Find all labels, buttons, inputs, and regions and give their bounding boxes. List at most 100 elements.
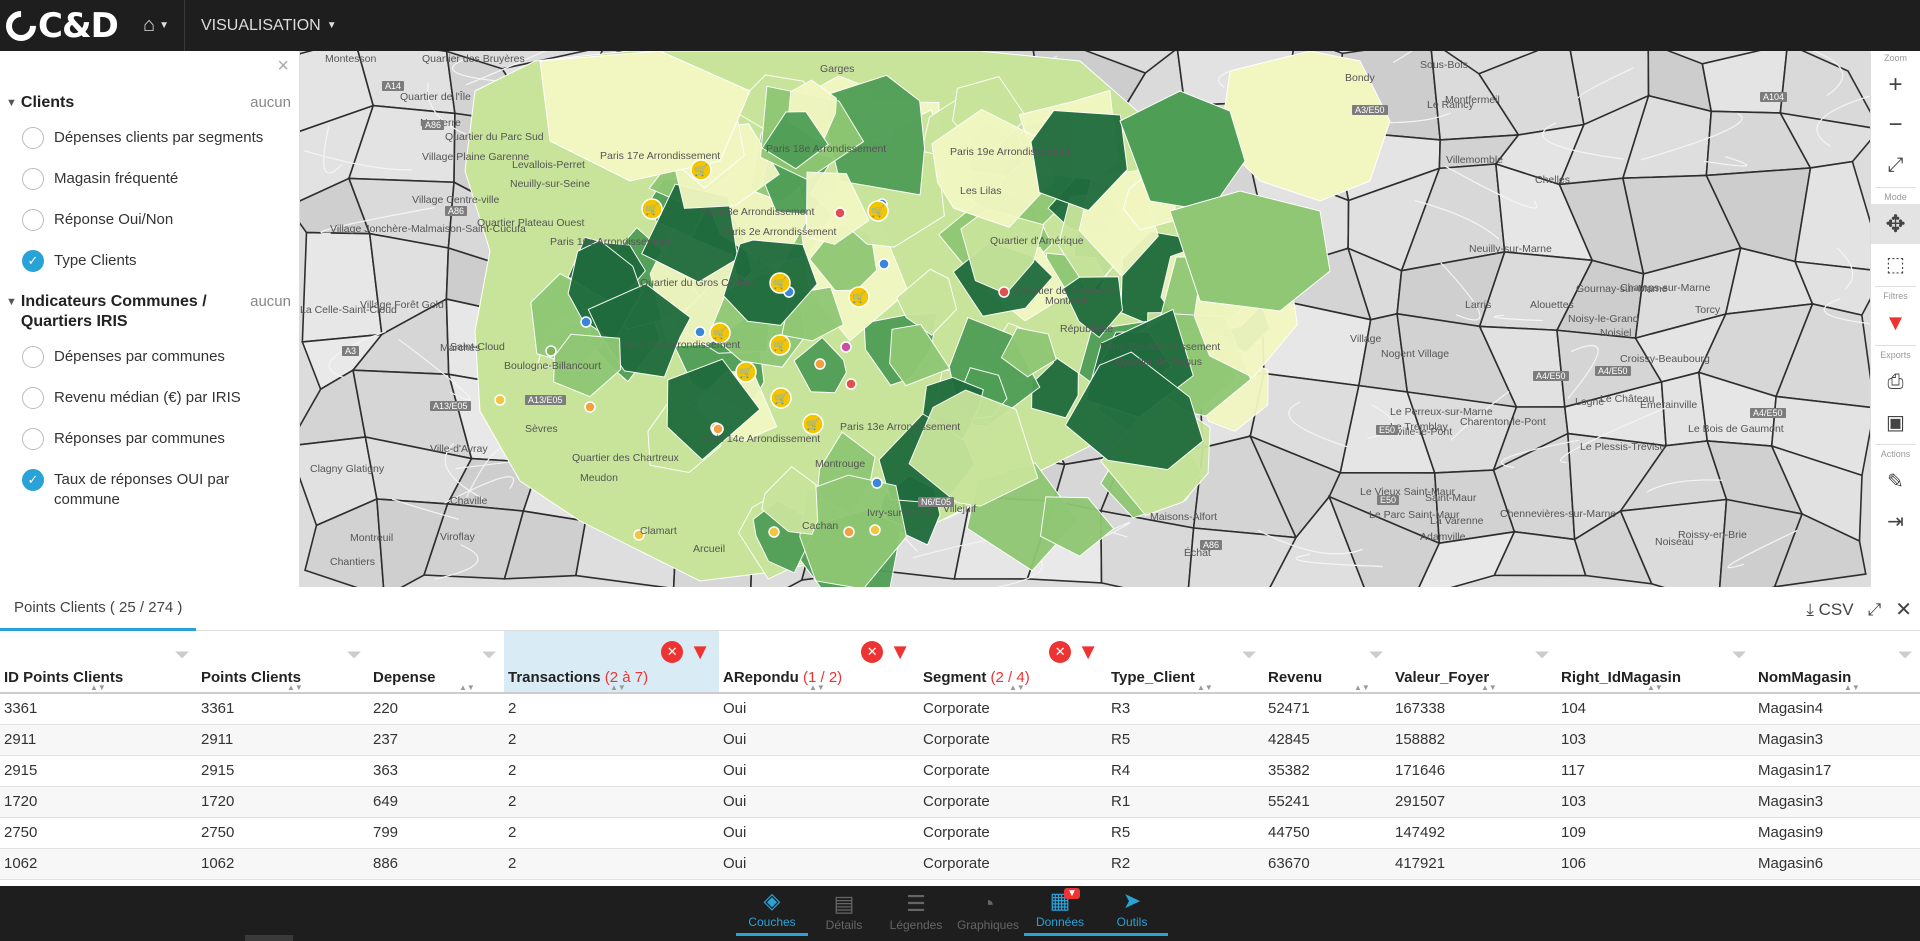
sort-arrows-icon[interactable]: ▲▼ [1197, 683, 1213, 692]
column-header[interactable]: NomMagasin ⏷ ▲▼ [1754, 631, 1920, 694]
sort-arrows-icon[interactable]: ▲▼ [1009, 683, 1025, 692]
sort-arrows-icon[interactable]: ▲▼ [459, 683, 475, 692]
column-header[interactable]: Segment (2 / 4) ✕ ▼ ▲▼ [919, 631, 1107, 694]
radio-icon[interactable] [22, 346, 44, 368]
sort-arrows-icon[interactable]: ▲▼ [610, 683, 626, 692]
filter-icon[interactable]: ⏷ [1535, 645, 1549, 665]
sort-arrows-icon[interactable]: ▲▼ [287, 683, 303, 692]
tab-couches[interactable]: ◈ Couches [736, 886, 808, 936]
sort-arrows-icon[interactable]: ▲▼ [1354, 683, 1370, 692]
column-header[interactable]: Transactions (2 à 7) ✕ ▼ ▲▼ [504, 631, 719, 694]
sort-arrows-icon[interactable]: ▲▼ [809, 683, 825, 692]
layer-group-status[interactable]: aucun [250, 292, 299, 312]
layer-item[interactable]: Dépenses clients par segments [0, 127, 299, 149]
map-view[interactable]: 🛒 🛒 🛒 🛒 🛒 🛒 🛒 🛒 🛒 🛒 Montesson Quartier des Bruyère… [300, 51, 1870, 587]
filter-icon[interactable]: ⏷ [1242, 645, 1256, 665]
clear-filter-icon[interactable]: ✕ [661, 641, 684, 663]
clear-filter-icon[interactable]: ✕ [1049, 641, 1072, 663]
close-icon[interactable]: × [277, 55, 289, 78]
select-mode-button[interactable]: ⬚ [1871, 244, 1920, 284]
filter-active-icon[interactable]: ▼ [689, 641, 711, 663]
fullscreen-button[interactable]: ⤢ [1871, 145, 1920, 185]
filter-icon[interactable]: ⏷ [1369, 645, 1383, 665]
radio-icon[interactable] [22, 168, 44, 190]
close-icon[interactable]: ✕ [1895, 597, 1912, 622]
map-place-label: Paris 12e Arrondissement [1100, 341, 1221, 353]
table-cell: 2 [504, 848, 719, 880]
tab-points-clients[interactable]: Points Clients ( 25 / 274 ) [0, 587, 197, 631]
zoom-in-button[interactable]: + [1871, 65, 1920, 105]
sort-arrows-icon[interactable]: ▲▼ [90, 683, 106, 692]
edit-button[interactable]: ✎ [1871, 461, 1920, 501]
table-row[interactable]: 2915 2915 363 2 Oui Corporate R4 35382 171646 117… [0, 755, 1920, 787]
csv-export-button[interactable]: ⤓ CSV [1806, 600, 1853, 620]
table-cell: Oui [719, 724, 919, 756]
column-header[interactable]: ARepondu (1 / 2) ✕ ▼ ▲▼ [719, 631, 919, 694]
home-menu-button[interactable]: ⌂ ▼ [132, 0, 180, 51]
tab-graphiques[interactable]: ◔ Graphiques [952, 886, 1024, 936]
layer-item[interactable]: Réponse Oui/Non [0, 209, 299, 231]
layer-item[interactable]: ✓ Taux de réponses OUI par commune [0, 469, 299, 510]
tab-outils[interactable]: ➤ Outils [1096, 886, 1168, 936]
column-header[interactable]: Depense ⏷ ▲▼ [369, 631, 504, 694]
table-cell: R1 [1107, 786, 1264, 818]
column-header[interactable]: Valeur_Foyer ⏷ ▲▼ [1391, 631, 1557, 694]
radio-icon[interactable] [22, 209, 44, 231]
filter-button[interactable]: ▼ [1871, 303, 1920, 343]
table-cell: Magasin3 [1754, 786, 1920, 818]
column-name: Depense [373, 669, 436, 686]
tab-legendes[interactable]: ☰ Légendes [880, 886, 952, 936]
table-cell: 158882 [1391, 724, 1557, 756]
client-point [871, 477, 883, 489]
filter-icon[interactable]: ⏷ [1898, 645, 1912, 665]
table-row[interactable]: 2911 2911 237 2 Oui Corporate R5 42845 158882 103… [0, 724, 1920, 756]
tab-details[interactable]: ▤ Détails [808, 886, 880, 936]
app-logo[interactable]: C&D [0, 0, 132, 51]
layer-item[interactable]: Dépenses par communes [0, 346, 299, 368]
layer-group-header[interactable]: ▼ Clients aucun [0, 93, 299, 113]
table-cell: 35382 [1264, 755, 1391, 787]
radio-icon[interactable] [22, 127, 44, 149]
layer-item[interactable]: ✓ Type Clients [0, 250, 299, 272]
tab-label: Graphiques [956, 918, 1020, 932]
layer-item[interactable]: Revenu médian (€) par IRIS [0, 387, 299, 409]
checked-icon[interactable]: ✓ [22, 469, 44, 491]
radio-icon[interactable] [22, 387, 44, 409]
road-number-tag: A4/E50 [1533, 371, 1569, 381]
expand-icon[interactable]: ⤢ [1868, 600, 1882, 620]
column-header[interactable]: ID Points Clients ⏷ ▲▼ [0, 631, 197, 694]
table-cell: 2 [504, 786, 719, 818]
checked-icon[interactable]: ✓ [22, 250, 44, 272]
column-header[interactable]: Right_IdMagasin ⏷ ▲▼ [1557, 631, 1754, 694]
layer-group-header[interactable]: ▼ Indicateurs Communes / Quartiers IRIS au… [0, 292, 299, 332]
column-header[interactable]: Type_Client ⏷ ▲▼ [1107, 631, 1264, 694]
filter-icon[interactable]: ⏷ [175, 645, 189, 665]
export-image-button[interactable]: ▣ [1871, 402, 1920, 442]
filter-active-icon[interactable]: ▼ [889, 641, 911, 663]
logout-button[interactable]: ⇥ [1871, 501, 1920, 541]
filter-icon[interactable]: ⏷ [1732, 645, 1746, 665]
table-row[interactable]: 3361 3361 220 2 Oui Corporate R3 52471 167338 104… [0, 693, 1920, 725]
layer-group-status[interactable]: aucun [250, 93, 299, 113]
table-row[interactable]: 1062 1062 886 2 Oui Corporate R2 63670 417921 106… [0, 848, 1920, 880]
radio-icon[interactable] [22, 428, 44, 450]
sort-arrows-icon[interactable]: ▲▼ [1844, 683, 1860, 692]
zoom-out-button[interactable]: − [1871, 105, 1920, 145]
column-header[interactable]: Points Clients ⏷ ▲▼ [197, 631, 369, 694]
table-row[interactable]: 1720 1720 649 2 Oui Corporate R1 55241 291507 103… [0, 786, 1920, 818]
visualisation-menu[interactable]: VISUALISATION ▼ [185, 0, 353, 51]
tab-donnees[interactable]: ▼ ▦ Données [1024, 886, 1096, 936]
filter-active-icon[interactable]: ▼ [1077, 641, 1099, 663]
column-header[interactable]: Revenu ⏷ ▲▼ [1264, 631, 1391, 694]
clear-filter-icon[interactable]: ✕ [861, 641, 884, 663]
sort-arrows-icon[interactable]: ▲▼ [1481, 683, 1497, 692]
layer-item[interactable]: Réponses par communes [0, 428, 299, 450]
filter-icon[interactable]: ⏷ [482, 645, 496, 665]
filter-icon[interactable]: ⏷ [347, 645, 361, 665]
layer-item[interactable]: Magasin fréquenté [0, 168, 299, 190]
sort-arrows-icon[interactable]: ▲▼ [1647, 683, 1663, 692]
pan-mode-button[interactable]: ✥ [1871, 204, 1920, 244]
map-place-label: Montreuil [1045, 295, 1089, 307]
print-button[interactable]: ⎙ [1871, 362, 1920, 402]
table-row[interactable]: 2750 2750 799 2 Oui Corporate R5 44750 147492 109… [0, 817, 1920, 849]
